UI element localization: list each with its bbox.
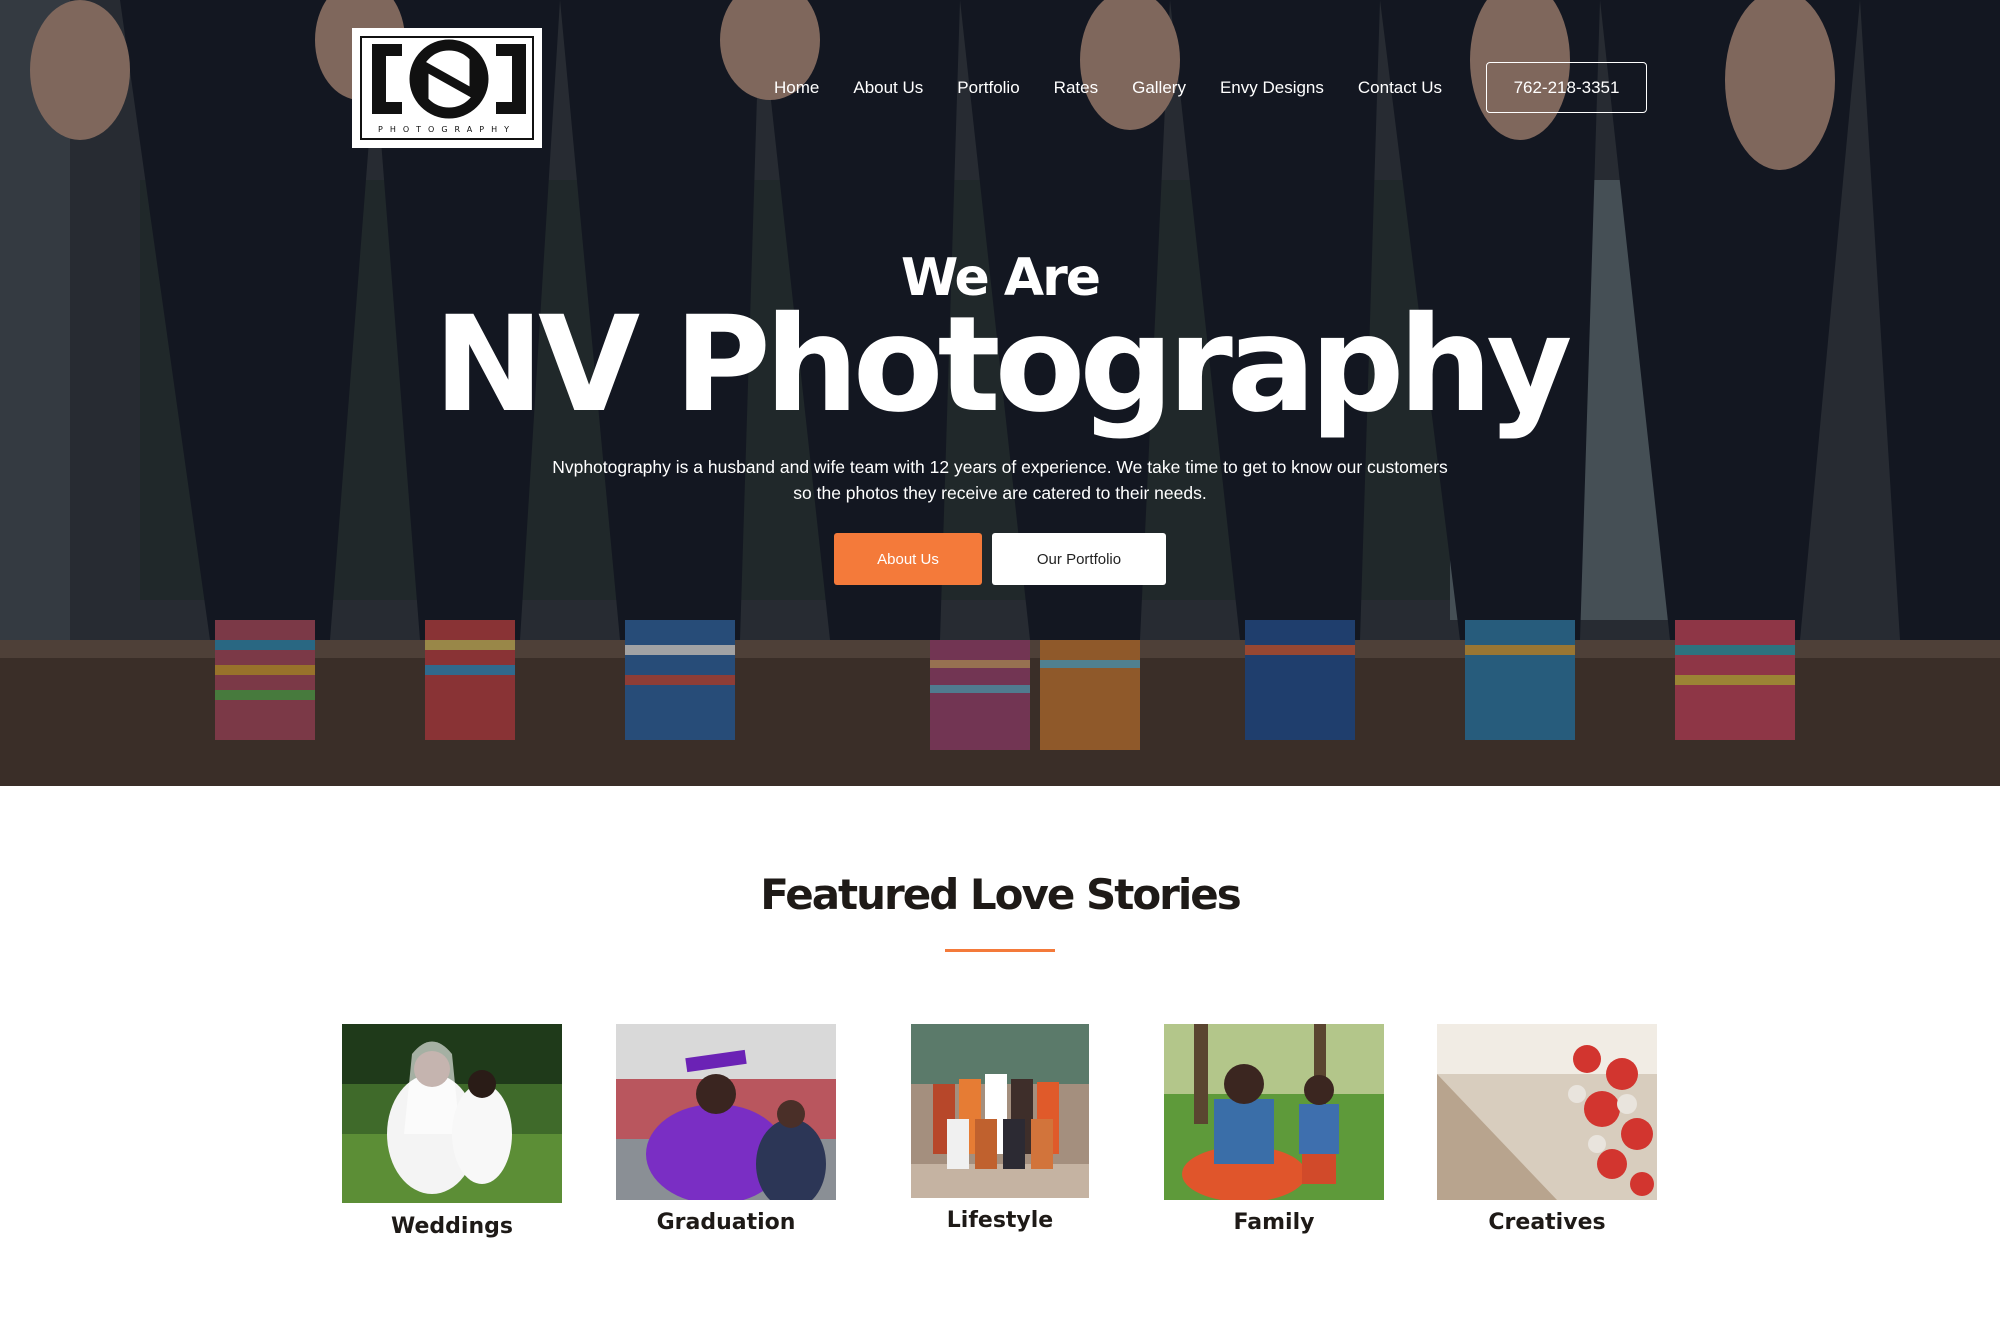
category-card-creatives[interactable]: Creatives xyxy=(1437,1024,1657,1244)
our-portfolio-button[interactable]: Our Portfolio xyxy=(992,533,1166,585)
nav-item-envy-designs[interactable]: Envy Designs xyxy=(1220,74,1324,102)
nav-item-contact-us[interactable]: Contact Us xyxy=(1358,74,1442,102)
lifestyle-photo xyxy=(911,1024,1089,1198)
family-photo xyxy=(1164,1024,1384,1200)
nav-item-about-us[interactable]: About Us xyxy=(853,74,923,102)
site-logo[interactable]: PHOTOGRAPHY xyxy=(352,28,542,148)
category-label[interactable]: Weddings xyxy=(342,1214,562,1239)
category-label[interactable]: Lifestyle xyxy=(911,1208,1089,1233)
creatives-photo xyxy=(1437,1024,1657,1200)
hero-title: NV Photography xyxy=(433,288,1573,442)
logo-emblem-icon xyxy=(372,39,526,119)
weddings-photo xyxy=(342,1024,562,1203)
category-card-lifestyle[interactable]: Lifestyle xyxy=(911,1024,1089,1244)
graduation-photo xyxy=(616,1024,836,1200)
hero-intro: Nvphotography is a husband and wife team… xyxy=(552,457,1448,503)
nav-item-home[interactable]: Home xyxy=(774,74,819,102)
category-card-weddings[interactable]: Weddings xyxy=(342,1024,562,1244)
phone-button[interactable]: 762-218-3351 xyxy=(1486,62,1647,113)
graduation-thumbnail[interactable] xyxy=(616,1024,836,1200)
category-label[interactable]: Family xyxy=(1164,1210,1384,1235)
nav-item-portfolio[interactable]: Portfolio xyxy=(957,74,1019,102)
category-card-graduation[interactable]: Graduation xyxy=(616,1024,836,1244)
family-thumbnail[interactable] xyxy=(1164,1024,1384,1200)
category-label[interactable]: Creatives xyxy=(1437,1210,1657,1235)
category-card-family[interactable]: Family xyxy=(1164,1024,1384,1244)
about-us-button[interactable]: About Us xyxy=(834,533,982,585)
main-nav: Home About Us Portfolio Rates Gallery En… xyxy=(774,74,1476,102)
weddings-thumbnail[interactable] xyxy=(342,1024,562,1203)
nav-item-rates[interactable]: Rates xyxy=(1054,74,1098,102)
nav-item-gallery[interactable]: Gallery xyxy=(1132,74,1186,102)
creatives-thumbnail[interactable] xyxy=(1437,1024,1657,1200)
title-underline xyxy=(945,949,1055,952)
lifestyle-thumbnail[interactable] xyxy=(911,1024,1089,1198)
logo-mark: PHOTOGRAPHY xyxy=(360,36,534,140)
logo-wordmark: PHOTOGRAPHY xyxy=(378,125,516,134)
category-label[interactable]: Graduation xyxy=(616,1210,836,1235)
featured-title: Featured Love Stories xyxy=(760,870,1242,919)
